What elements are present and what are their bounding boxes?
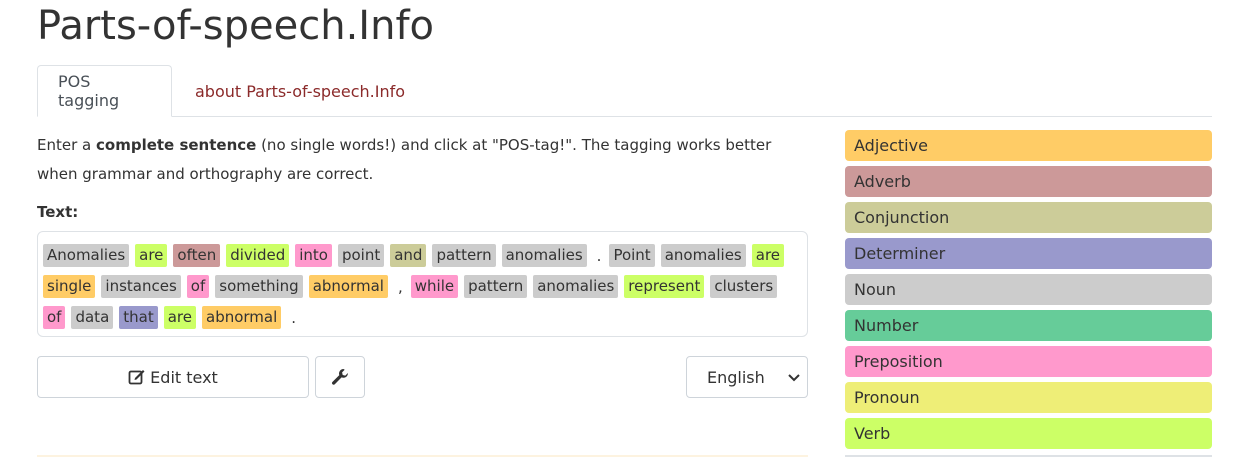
- word-token-prep: into: [295, 244, 332, 267]
- tab-about[interactable]: about Parts-of-speech.Info: [175, 65, 425, 117]
- edit-text-label: Edit text: [150, 367, 218, 387]
- word-token-adj: abnormal: [202, 306, 282, 329]
- punctuation-token: ,: [397, 277, 403, 296]
- word-token-noun: pattern: [432, 244, 496, 267]
- word-token-noun: anomalies: [533, 275, 619, 298]
- language-selected: English: [707, 367, 765, 387]
- word-token-noun: pattern: [464, 275, 528, 298]
- intro-text: Enter a complete sentence (no single wor…: [37, 131, 807, 189]
- word-token-noun: Point: [609, 244, 655, 267]
- word-token-adj: single: [43, 275, 96, 298]
- intro-part1: Enter a: [37, 136, 96, 154]
- word-token-noun: Anomalies: [43, 244, 130, 267]
- settings-wrench-button[interactable]: [315, 356, 365, 398]
- word-token-verb: represent: [624, 275, 705, 298]
- text-label: Text:: [37, 203, 79, 221]
- word-token-prep: of: [186, 275, 210, 298]
- legend-item-noun: Noun: [845, 274, 1212, 305]
- edit-text-button[interactable]: Edit text: [37, 356, 309, 398]
- word-token-noun: something: [215, 275, 303, 298]
- word-token-verb: are: [135, 244, 168, 267]
- word-token-noun: clusters: [710, 275, 778, 298]
- edit-icon: [128, 370, 145, 385]
- word-token-noun: anomalies: [501, 244, 587, 267]
- legend-item-adj: Adjective: [845, 130, 1212, 161]
- word-token-det: that: [119, 306, 158, 329]
- word-token-noun: instances: [101, 275, 181, 298]
- tagged-line: Anomalies are often divided into point and patt…: [43, 240, 802, 271]
- word-token-adv: often: [173, 244, 221, 267]
- word-token-noun: point: [337, 244, 385, 267]
- punctuation-token: .: [596, 246, 602, 265]
- punctuation-token: .: [291, 308, 297, 327]
- word-token-noun: data: [71, 306, 114, 329]
- word-token-verb: are: [751, 244, 785, 267]
- wrench-icon: [332, 369, 348, 385]
- tagged-line: single instances of something abnormal, while…: [43, 271, 802, 302]
- word-token-prep: of: [43, 306, 66, 329]
- legend-item-verb: Verb: [845, 418, 1212, 449]
- word-token-adj: abnormal: [308, 275, 388, 298]
- legend-item-conj: Conjunction: [845, 202, 1212, 233]
- legend-item-pron: Pronoun: [845, 382, 1212, 413]
- pos-legend: Adjective Adverb Conjunction Determiner Noun…: [845, 130, 1212, 454]
- tab-pos-tagging[interactable]: POS tagging: [37, 65, 172, 117]
- legend-item-prep: Preposition: [845, 346, 1212, 377]
- legend-item-num: Number: [845, 310, 1212, 341]
- tagged-line: of data that are abnormal.: [43, 302, 802, 333]
- chevron-down-icon: [788, 374, 800, 382]
- tab-bar: POS tagging about Parts-of-speech.Info: [37, 65, 1212, 117]
- word-token-verb: divided: [226, 244, 290, 267]
- intro-bold: complete sentence: [96, 136, 257, 154]
- word-token-conj: and: [390, 244, 427, 267]
- word-token-verb: are: [163, 306, 196, 329]
- language-select[interactable]: English: [686, 356, 808, 398]
- word-token-prep: while: [410, 275, 459, 298]
- site-title: Parts-of-speech.Info: [37, 3, 434, 49]
- legend-item-det: Determiner: [845, 238, 1212, 269]
- tagged-text-box: Anomalies are often divided into point and patt…: [37, 231, 808, 337]
- word-token-noun: anomalies: [660, 244, 746, 267]
- legend-item-adv: Adverb: [845, 166, 1212, 197]
